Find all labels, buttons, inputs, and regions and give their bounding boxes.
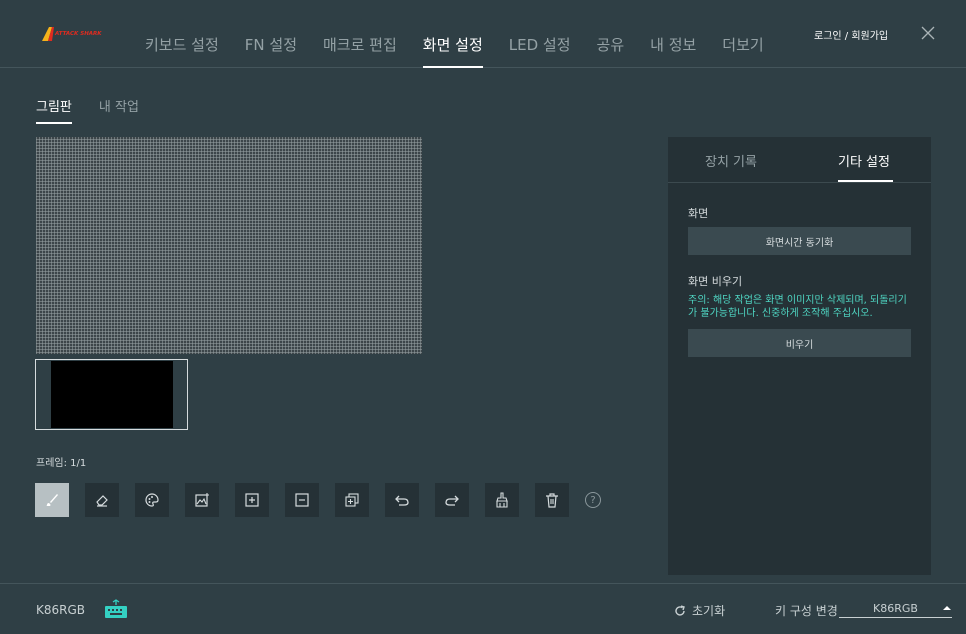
nav-screen-settings[interactable]: 화면 설정 [410, 34, 496, 68]
main-nav: 키보드 설정 FN 설정 매크로 편집 화면 설정 LED 설정 공유 내 정보… [132, 34, 777, 68]
config-change-label: 키 구성 변경 [775, 604, 838, 618]
clear-screen-section-label: 화면 비우기 [688, 275, 743, 288]
eraser-icon[interactable] [85, 483, 119, 517]
trash-icon[interactable] [535, 483, 569, 517]
caret-up-icon [943, 606, 951, 610]
pixel-canvas[interactable] [36, 137, 422, 354]
reset-label: 초기화 [692, 604, 726, 618]
nav-my-info[interactable]: 내 정보 [637, 34, 709, 68]
reset-button[interactable]: 초기화 [674, 602, 725, 619]
nav-share[interactable]: 공유 [584, 34, 638, 68]
nav-led-settings[interactable]: LED 설정 [496, 34, 584, 68]
top-bar: ATTACK SHARK 키보드 설정 FN 설정 매크로 편집 화면 설정 L… [0, 0, 966, 68]
brush-icon[interactable] [35, 483, 69, 517]
help-icon[interactable]: ? [585, 492, 601, 508]
add-frame-icon[interactable] [235, 483, 269, 517]
settings-panel: 장치 기록 기타 설정 화면 화면시간 동기화 화면 비우기 주의: 해당 작업… [668, 137, 931, 575]
tool-bar: ? [35, 483, 601, 517]
frame-counter: 프레임: 1/1 [36, 458, 87, 469]
config-select-value: K86RGB [873, 602, 918, 615]
keyboard-icon[interactable] [104, 599, 128, 623]
nav-keyboard-settings[interactable]: 키보드 설정 [132, 34, 232, 68]
device-model-label: K86RGB [36, 603, 86, 617]
duplicate-frame-icon[interactable] [335, 483, 369, 517]
config-select[interactable]: K86RGB [839, 598, 952, 618]
panel-tabs: 장치 기록 기타 설정 [668, 137, 931, 183]
logo: ATTACK SHARK [42, 26, 106, 42]
nav-macro-edit[interactable]: 매크로 편집 [310, 34, 410, 68]
frame-thumbnail[interactable] [35, 359, 188, 430]
redo-icon[interactable] [435, 483, 469, 517]
clear-warning-text: 주의: 해당 작업은 화면 이미지만 삭제되며, 되돌리기가 불가능합니다. 신… [688, 295, 907, 319]
refresh-icon [675, 604, 685, 616]
tab-paint[interactable]: 그림판 [36, 96, 72, 124]
editor-subtabs: 그림판 내 작업 [36, 96, 139, 124]
palette-icon[interactable] [135, 483, 169, 517]
image-icon[interactable] [185, 483, 219, 517]
tab-other-settings[interactable]: 기타 설정 [838, 151, 890, 170]
active-tab-underline [838, 180, 893, 182]
sync-screen-time-button[interactable]: 화면시간 동기화 [688, 227, 911, 255]
bottom-bar: K86RGB 초기화 키 구성 변경 K86RGB [0, 583, 966, 634]
fill-icon[interactable] [485, 483, 519, 517]
nav-fn-settings[interactable]: FN 설정 [232, 34, 310, 68]
frame-preview [51, 361, 173, 428]
screen-section-label: 화면 [688, 207, 709, 220]
remove-frame-icon[interactable] [285, 483, 319, 517]
close-icon[interactable] [920, 25, 936, 41]
clear-screen-button[interactable]: 비우기 [688, 329, 911, 357]
svg-text:ATTACK SHARK: ATTACK SHARK [54, 31, 102, 37]
tab-my-works[interactable]: 내 작업 [99, 96, 139, 124]
nav-more[interactable]: 더보기 [709, 34, 776, 68]
undo-icon[interactable] [385, 483, 419, 517]
tab-device-record[interactable]: 장치 기록 [705, 151, 757, 170]
login-signup-link[interactable]: 로그인 / 회원가입 [814, 27, 888, 42]
